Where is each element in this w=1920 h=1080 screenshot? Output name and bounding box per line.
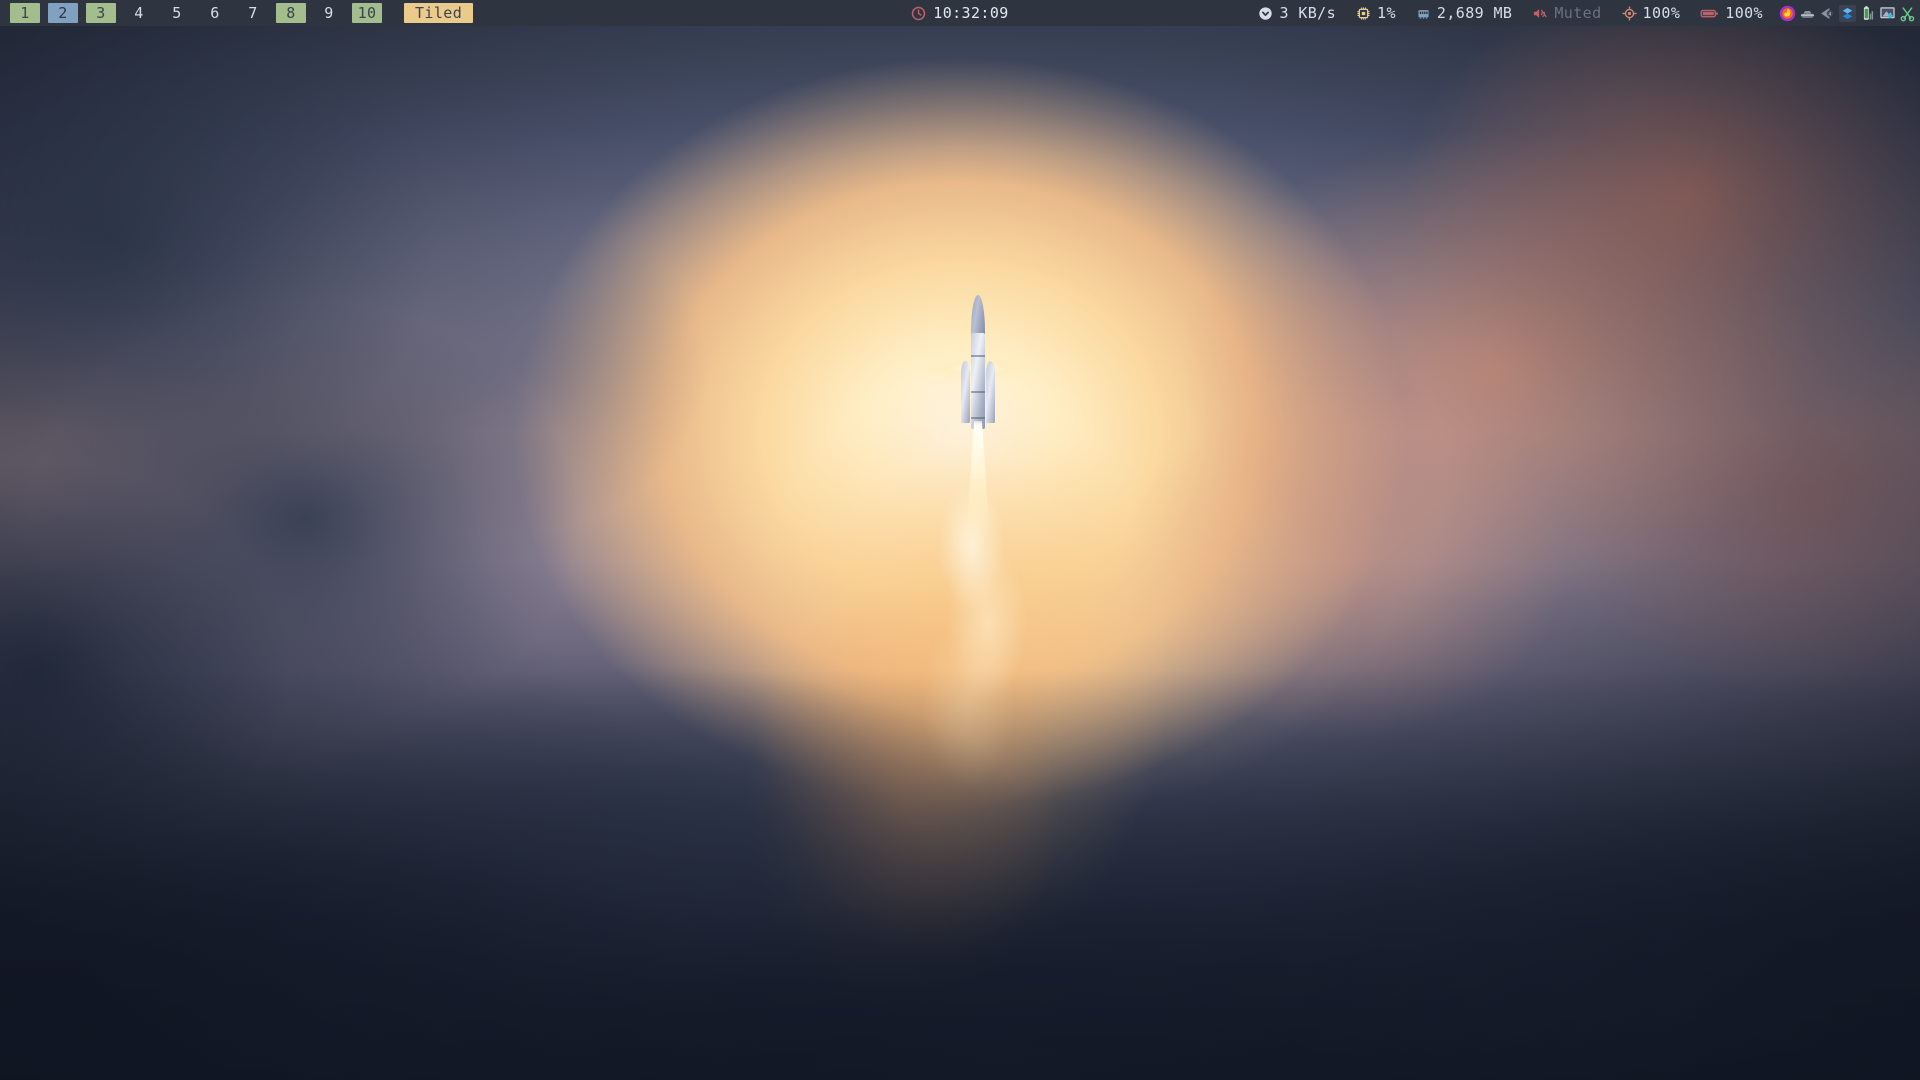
workspace-button-4[interactable]: 4 xyxy=(124,3,154,23)
battery-module[interactable]: 100% xyxy=(1700,4,1763,22)
firefox-tray-icon[interactable] xyxy=(1779,5,1796,22)
memory-icon xyxy=(1416,6,1431,21)
cpu-icon xyxy=(1356,6,1371,21)
workspace-label: 6 xyxy=(210,4,219,22)
workspace-button-9[interactable]: 9 xyxy=(314,3,344,23)
cpu-value: 1% xyxy=(1377,4,1396,22)
workspace-button-5[interactable]: 5 xyxy=(162,3,192,23)
battery-monitor-tray-icon[interactable] xyxy=(1859,5,1876,22)
workspace-button-6[interactable]: 6 xyxy=(200,3,230,23)
workspace-label: 2 xyxy=(58,4,67,22)
memory-value: 2,689 MB xyxy=(1437,4,1512,22)
workspace-label: 1 xyxy=(20,4,29,22)
wallpaper-vignette-layer xyxy=(0,0,1920,1080)
workspace-label: 5 xyxy=(172,4,181,22)
brightness-icon xyxy=(1622,6,1637,21)
network-manager-tray-icon[interactable] xyxy=(1799,5,1816,22)
dropbox-tray-icon[interactable] xyxy=(1839,5,1856,22)
workspace-button-3[interactable]: 3 xyxy=(86,3,116,23)
workspace-button-7[interactable]: 7 xyxy=(238,3,268,23)
workspace-label: 4 xyxy=(134,4,143,22)
workspace-label: 9 xyxy=(324,4,333,22)
workspace-label: 7 xyxy=(248,4,257,22)
layout-mode-label: Tiled xyxy=(415,4,462,22)
brightness-module[interactable]: 100% xyxy=(1622,4,1681,22)
workspace-button-10[interactable]: 10 xyxy=(352,3,382,23)
workspace-button-8[interactable]: 8 xyxy=(276,3,306,23)
workspace-label: 10 xyxy=(358,4,377,22)
volume-module[interactable]: Muted xyxy=(1532,4,1601,22)
workspace-button-1[interactable]: 1 xyxy=(10,3,40,23)
network-download-module[interactable]: 3 KB/s xyxy=(1258,4,1336,22)
volume-value: Muted xyxy=(1554,4,1601,22)
clock[interactable]: 10:32:09 xyxy=(911,4,1008,22)
clock-time: 10:32:09 xyxy=(933,4,1008,22)
system-tray: 4 xyxy=(1779,5,1916,22)
cpu-module[interactable]: 1% xyxy=(1356,4,1396,22)
system-modules: 3 KB/s 1% xyxy=(1238,0,1920,26)
svg-text:4: 4 xyxy=(1828,11,1831,17)
display-settings-tray-icon[interactable] xyxy=(1879,5,1896,22)
status-bar: 1 2 3 4 5 6 7 8 9 10 Tiled 10:32:09 xyxy=(0,0,1920,26)
speaker-tray-icon[interactable]: 4 xyxy=(1819,5,1836,22)
workspace-button-2[interactable]: 2 xyxy=(48,3,78,23)
clock-icon xyxy=(911,6,926,21)
desktop[interactable] xyxy=(0,0,1920,1080)
battery-value: 100% xyxy=(1725,4,1763,22)
workspace-list: 1 2 3 4 5 6 7 8 9 10 Tiled xyxy=(0,0,473,26)
brightness-value: 100% xyxy=(1643,4,1681,22)
download-icon xyxy=(1258,6,1273,21)
layout-mode-badge[interactable]: Tiled xyxy=(404,3,473,23)
workspace-label: 3 xyxy=(96,4,105,22)
scissors-tray-icon[interactable] xyxy=(1899,5,1916,22)
memory-module[interactable]: 2,689 MB xyxy=(1416,4,1512,22)
network-download-value: 3 KB/s xyxy=(1279,4,1336,22)
volume-muted-icon xyxy=(1532,6,1548,21)
workspace-label: 8 xyxy=(286,4,295,22)
battery-icon xyxy=(1700,6,1719,21)
